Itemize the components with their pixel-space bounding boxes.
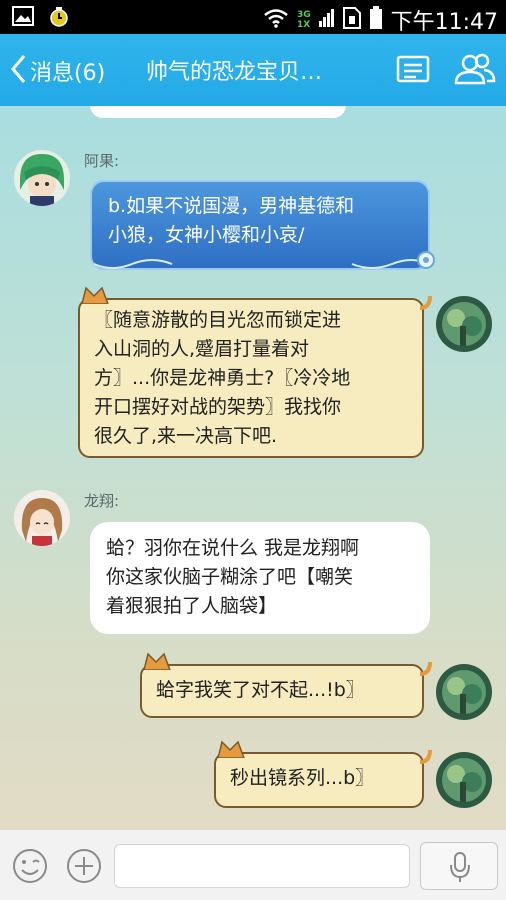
network-type-label-2: 1X: [296, 20, 311, 30]
message-bubble[interactable]: b.如果不说国漫，男神基德和 小狼，女神小樱和小哀/: [90, 180, 435, 270]
emoji-icon[interactable]: [12, 848, 48, 888]
message-line: 蛤？羽你在说什么 我是龙翔啊: [106, 537, 360, 559]
message-bubble[interactable]: 秒出镜系列...b〗: [214, 740, 432, 808]
message-line: 小狼，女神小樱和小哀/: [108, 224, 305, 246]
cat-tail-icon: [418, 294, 434, 314]
battery-icon: [369, 6, 383, 34]
message-line: 蛤字我笑了对不起...!b〗: [156, 679, 365, 701]
clock: 下午11:47: [390, 10, 498, 35]
message-bubble[interactable]: 蛤？羽你在说什么 我是龙翔啊 你这家伙脑子糊涂了吧【嘲笑 着狠狠拍了人脑袋】: [90, 522, 430, 634]
message-line: 秒出镜系列...b〗: [230, 767, 375, 789]
gallery-icon: [12, 6, 34, 32]
previous-message-bubble: [90, 106, 346, 118]
message-line: 很久了,来一决高下吧.: [94, 425, 278, 447]
signal-icon: [318, 9, 335, 31]
cat-tail-icon: [418, 660, 434, 680]
chevron-left-icon: [10, 54, 26, 88]
message-line: 〖随意游散的目光忽而锁定进: [94, 309, 342, 331]
message-line: 开口摆好对战的架势〗我找你: [94, 396, 342, 418]
back-button[interactable]: 消息(6): [10, 54, 105, 88]
avatar[interactable]: [436, 296, 492, 352]
plus-icon[interactable]: [66, 848, 102, 888]
avatar[interactable]: [14, 490, 70, 546]
chat-header: 消息(6) 帅气的恐龙宝贝…: [0, 34, 506, 106]
message-bubble[interactable]: 〖随意游散的目光忽而锁定进 入山洞的人,蹙眉打量着对 方〗...你是龙神勇士?〖…: [78, 286, 432, 458]
message-bubble[interactable]: 蛤字我笑了对不起...!b〗: [140, 652, 432, 718]
group-members-icon[interactable]: [454, 52, 496, 90]
voice-button[interactable]: [420, 842, 498, 890]
microphone-icon: [449, 851, 471, 887]
message-line: 方〗...你是龙神勇士?〖冷冷地: [94, 367, 351, 389]
avatar[interactable]: [436, 752, 492, 808]
wifi-icon: [263, 8, 289, 32]
message-line: b.如果不说国漫，男神基德和: [108, 195, 355, 217]
input-bar: [0, 829, 506, 900]
message-line: 你这家伙脑子糊涂了吧【嘲笑: [106, 566, 354, 588]
back-label: 消息(6): [30, 61, 106, 86]
chat-area[interactable]: 阿果: b.如果不说国漫，男神基德和 小狼，女神小樱和小哀/ 〖随意游散的目光忽…: [0, 106, 506, 829]
profile-card-icon[interactable]: [396, 52, 430, 90]
avatar[interactable]: [436, 664, 492, 720]
cat-ears-icon: [216, 740, 248, 762]
sim-icon: [342, 7, 361, 33]
avatar[interactable]: [14, 150, 70, 206]
cat-ears-icon: [142, 652, 174, 674]
chat-title: 帅气的恐龙宝贝…: [146, 60, 323, 85]
status-bar: 3G 1X 下午11:47: [0, 0, 506, 35]
message-line: 着狠狠拍了人脑袋】: [106, 595, 278, 617]
message-line: 入山洞的人,蹙眉打量着对: [94, 338, 310, 360]
cat-ears-icon: [80, 286, 112, 308]
sender-name: 龙翔:: [84, 492, 120, 510]
network-indicator: 3G 1X: [297, 10, 311, 30]
sender-name: 阿果:: [84, 152, 120, 170]
message-input[interactable]: [114, 844, 410, 888]
alarm-icon: [48, 6, 70, 32]
wave-decoration: [93, 259, 429, 269]
cat-tail-icon: [418, 748, 434, 768]
swirl-icon: [416, 250, 436, 274]
network-type-label: 3G: [296, 10, 311, 20]
